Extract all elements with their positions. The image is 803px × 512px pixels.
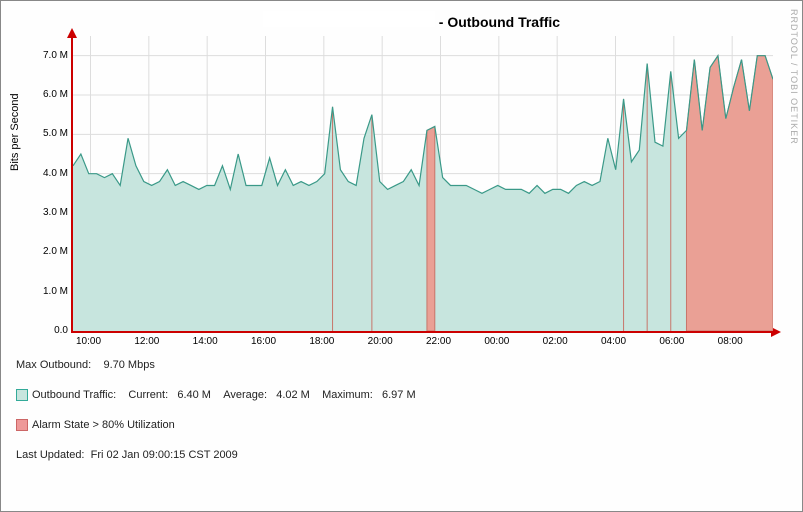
outbound-legend-label: Outbound Traffic: bbox=[32, 389, 116, 401]
alarm-swatch-icon bbox=[16, 419, 28, 431]
max-outbound-label: Max Outbound: bbox=[16, 359, 91, 371]
last-updated-value: Fri 02 Jan 09:00:15 CST 2009 bbox=[91, 449, 238, 461]
title-suffix: - Outbound Traffic bbox=[435, 14, 560, 30]
outbound-legend-row: Outbound Traffic: Current: 6.40 M Averag… bbox=[16, 389, 416, 401]
max-outbound-value: 9.70 Mbps bbox=[103, 359, 154, 371]
y-axis-label: Bits per Second bbox=[9, 93, 21, 171]
y-tick-label: 5.0 M bbox=[36, 128, 68, 139]
x-tick-label: 08:00 bbox=[710, 336, 750, 347]
plot-area bbox=[71, 36, 773, 333]
x-tick-label: 10:00 bbox=[69, 336, 109, 347]
y-tick-label: 4.0 M bbox=[36, 168, 68, 179]
y-tick-label: 6.0 M bbox=[36, 89, 68, 100]
current-label: Current: bbox=[128, 389, 168, 401]
data-svg bbox=[73, 36, 773, 331]
chart-title: - Outbound Traffic bbox=[51, 11, 772, 30]
x-tick-label: 00:00 bbox=[477, 336, 517, 347]
outbound-swatch-icon bbox=[16, 389, 28, 401]
alarm-legend-row: Alarm State > 80% Utilization bbox=[16, 419, 175, 431]
y-tick-label: 7.0 M bbox=[36, 50, 68, 61]
x-tick-label: 18:00 bbox=[302, 336, 342, 347]
average-value: 4.02 M bbox=[276, 389, 310, 401]
x-tick-label: 20:00 bbox=[360, 336, 400, 347]
redacted-hostname bbox=[263, 11, 435, 27]
x-tick-label: 06:00 bbox=[652, 336, 692, 347]
x-tick-label: 12:00 bbox=[127, 336, 167, 347]
maximum-value: 6.97 M bbox=[382, 389, 416, 401]
average-label: Average: bbox=[223, 389, 267, 401]
current-value: 6.40 M bbox=[177, 389, 211, 401]
x-tick-label: 16:00 bbox=[244, 336, 284, 347]
x-tick-label: 04:00 bbox=[594, 336, 634, 347]
y-tick-label: 0.0 bbox=[36, 325, 68, 336]
x-tick-label: 22:00 bbox=[419, 336, 459, 347]
alarm-legend-label: Alarm State > 80% Utilization bbox=[32, 419, 175, 431]
y-tick-label: 2.0 M bbox=[36, 246, 68, 257]
x-tick-label: 14:00 bbox=[185, 336, 225, 347]
maximum-label: Maximum: bbox=[322, 389, 373, 401]
y-tick-label: 3.0 M bbox=[36, 207, 68, 218]
y-tick-label: 1.0 M bbox=[36, 286, 68, 297]
chart-container: { "title_suffix": " - Outbound Traffic",… bbox=[0, 0, 803, 512]
max-outbound-row: Max Outbound: 9.70 Mbps bbox=[16, 359, 155, 371]
x-tick-label: 02:00 bbox=[535, 336, 575, 347]
last-updated-label: Last Updated: bbox=[16, 449, 85, 461]
last-updated-row: Last Updated: Fri 02 Jan 09:00:15 CST 20… bbox=[16, 449, 238, 461]
rrdtool-credit: RRDTOOL / TOBI OETIKER bbox=[789, 9, 799, 145]
